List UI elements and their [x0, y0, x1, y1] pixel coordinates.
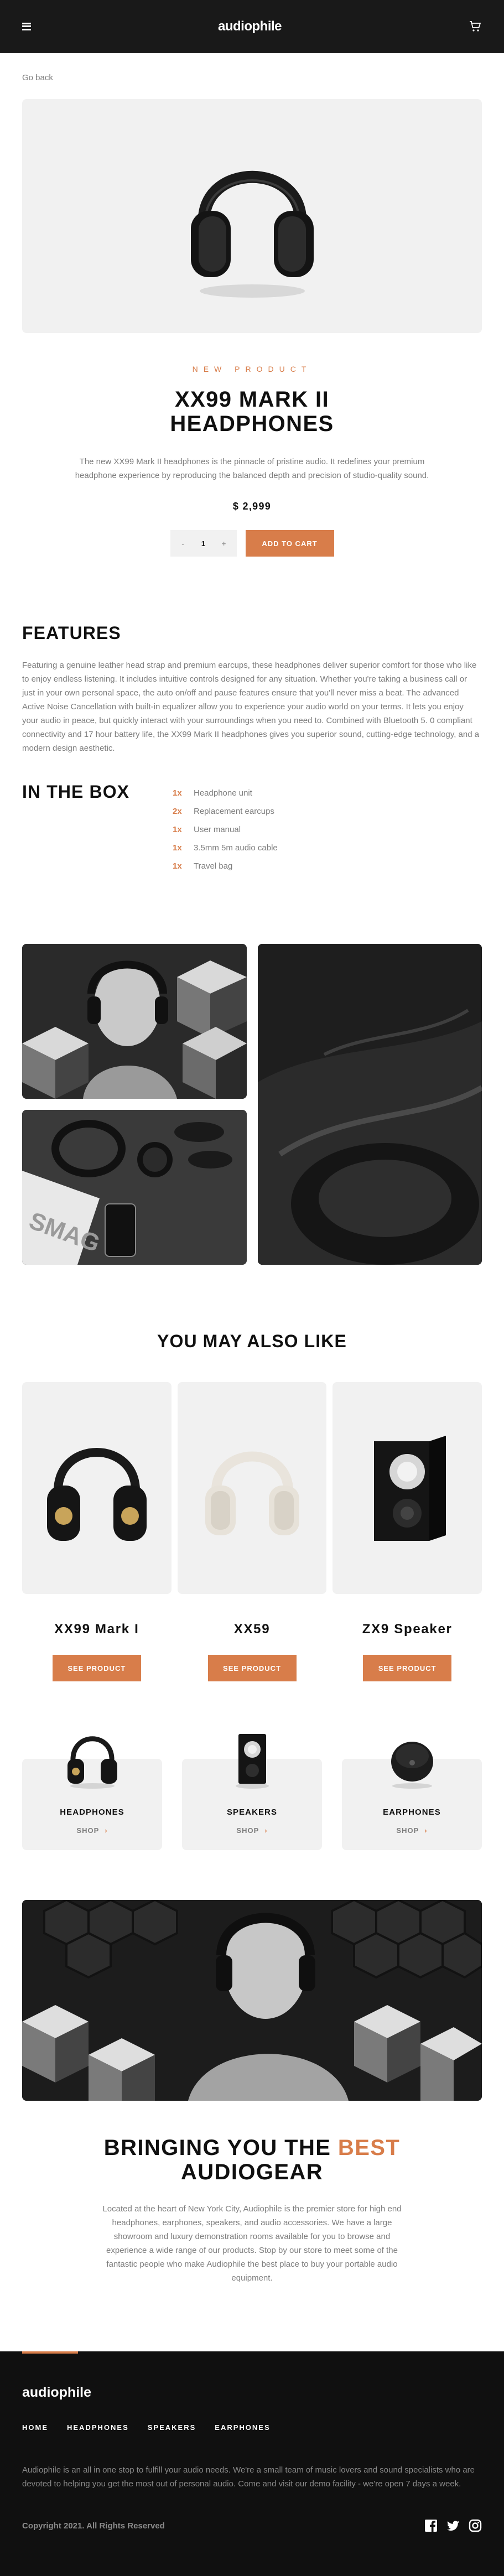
- product-description: The new XX99 Mark II headphones is the p…: [75, 457, 429, 480]
- chevron-right-icon: ›: [264, 1826, 268, 1835]
- site-header: audiophile: [0, 0, 504, 53]
- also-like-section: YOU MAY ALSO LIKE XX99 Mark I SEE PRODUC…: [0, 1331, 504, 1681]
- facebook-icon[interactable]: [424, 2519, 438, 2535]
- cart-icon[interactable]: [469, 20, 482, 33]
- product-card-image: [22, 1382, 172, 1594]
- site-footer: audiophile HOME HEADPHONES SPEAKERS EARP…: [0, 2351, 504, 2576]
- see-product-button[interactable]: SEE PRODUCT: [52, 1655, 141, 1681]
- product-card: XX59 SEE PRODUCT: [177, 1382, 327, 1681]
- shop-link[interactable]: SHOP ›: [22, 1826, 162, 1835]
- increase-button[interactable]: +: [219, 539, 228, 548]
- list-item: 1x Headphone unit: [173, 788, 252, 798]
- list-item: 1x Travel bag: [173, 861, 233, 871]
- chevron-right-icon: ›: [105, 1826, 108, 1835]
- new-product-label: NEW PRODUCT: [192, 365, 312, 373]
- add-to-cart-button[interactable]: ADD TO CART: [245, 530, 334, 557]
- product-gallery: SMAG: [22, 944, 482, 1265]
- in-the-box-section: IN THE BOX 1x Headphone unit 2x Replacemen…: [22, 782, 482, 877]
- site-logo[interactable]: audiophile: [218, 19, 282, 34]
- footer-nav: HOME HEADPHONES SPEAKERS EARPHONES: [22, 2423, 271, 2432]
- about-text: Located at the heart of New York City, A…: [102, 2204, 402, 2283]
- product-card-name: XX59: [233, 1622, 271, 1637]
- category-name: SPEAKERS: [226, 1808, 278, 1817]
- shop-link[interactable]: SHOP ›: [342, 1826, 482, 1835]
- in-the-box-heading: IN THE BOX: [22, 782, 130, 802]
- copyright: Copyright 2021. All Rights Reserved: [22, 2521, 165, 2531]
- earphones-icon: [391, 1742, 433, 1789]
- footer-nav-earphones[interactable]: EARPHONES: [215, 2423, 270, 2432]
- see-product-button[interactable]: SEE PRODUCT: [207, 1655, 297, 1681]
- headphones-icon: [67, 1736, 117, 1789]
- chevron-right-icon: ›: [424, 1826, 428, 1835]
- about-section: BRINGING YOU THE BEST AUDIOGEAR Located …: [93, 2136, 411, 2285]
- product-card-name: XX99 Mark I: [54, 1622, 139, 1637]
- category-name: HEADPHONES: [60, 1808, 124, 1817]
- product-title: XX99 MARK II HEADPHONES: [170, 387, 334, 436]
- speaker-icon: [235, 1734, 269, 1789]
- see-product-button[interactable]: SEE PRODUCT: [363, 1655, 452, 1681]
- about-image: [22, 1900, 482, 2101]
- go-back-link[interactable]: Go back: [22, 73, 482, 82]
- category-card-speakers[interactable]: SPEAKERS SHOP ›: [182, 1734, 322, 1850]
- list-item: 1x User manual: [173, 825, 241, 834]
- shop-link[interactable]: SHOP ›: [182, 1826, 322, 1835]
- box-items-list: 1x Headphone unit 2x Replacement earcups 1…: [173, 786, 278, 877]
- decrease-button[interactable]: -: [179, 539, 188, 548]
- gallery-image-man-headphones: [22, 944, 247, 1099]
- features-heading: FEATURES: [22, 623, 121, 643]
- category-card-headphones[interactable]: HEADPHONES SHOP ›: [22, 1736, 162, 1850]
- product-image: [22, 99, 482, 333]
- footer-nav-speakers[interactable]: SPEAKERS: [148, 2423, 196, 2432]
- social-links: [424, 2519, 482, 2535]
- features-text: Featuring a genuine leather head strap a…: [22, 661, 480, 753]
- category-links: HEADPHONES SHOP › SPEAKERS SHOP › EARPHONE…: [22, 1731, 482, 1850]
- footer-accent-bar: [22, 2351, 78, 2354]
- headphones-image: [190, 170, 314, 298]
- category-card-earphones[interactable]: EARPHONES SHOP ›: [342, 1742, 482, 1850]
- features-section: FEATURES Featuring a genuine leather hea…: [22, 623, 482, 755]
- hamburger-icon[interactable]: [22, 22, 31, 30]
- category-name: EARPHONES: [383, 1808, 441, 1817]
- gallery-image-desk: SMAG: [22, 1110, 247, 1265]
- twitter-icon[interactable]: [446, 2519, 460, 2535]
- footer-nav-headphones[interactable]: HEADPHONES: [67, 2423, 129, 2432]
- product-price: $ 2,999: [232, 501, 272, 512]
- about-heading: BRINGING YOU THE BEST AUDIOGEAR: [103, 2136, 401, 2184]
- quantity-value: 1: [201, 539, 206, 548]
- instagram-icon[interactable]: [469, 2519, 482, 2535]
- quantity-stepper: - 1 +: [170, 530, 237, 557]
- product-card-image: [332, 1382, 482, 1594]
- also-like-heading: YOU MAY ALSO LIKE: [157, 1331, 347, 1351]
- footer-nav-home[interactable]: HOME: [22, 2423, 48, 2432]
- product-card: XX99 Mark I SEE PRODUCT: [22, 1382, 172, 1681]
- product-card: ZX9 Speaker SEE PRODUCT: [332, 1382, 482, 1681]
- page: audiophile Go back NEW PRODUCT XX99 MARK…: [0, 0, 504, 2576]
- product-card-name: ZX9 Speaker: [362, 1622, 453, 1637]
- list-item: 2x Replacement earcups: [173, 807, 274, 816]
- footer-description: Audiophile is an all in one stop to fulf…: [22, 2465, 475, 2489]
- list-item: 1x 3.5mm 5m audio cable: [173, 843, 278, 853]
- product-card-image: [177, 1382, 327, 1594]
- gallery-image-closeup: [258, 944, 482, 1265]
- footer-logo[interactable]: audiophile: [22, 2385, 91, 2401]
